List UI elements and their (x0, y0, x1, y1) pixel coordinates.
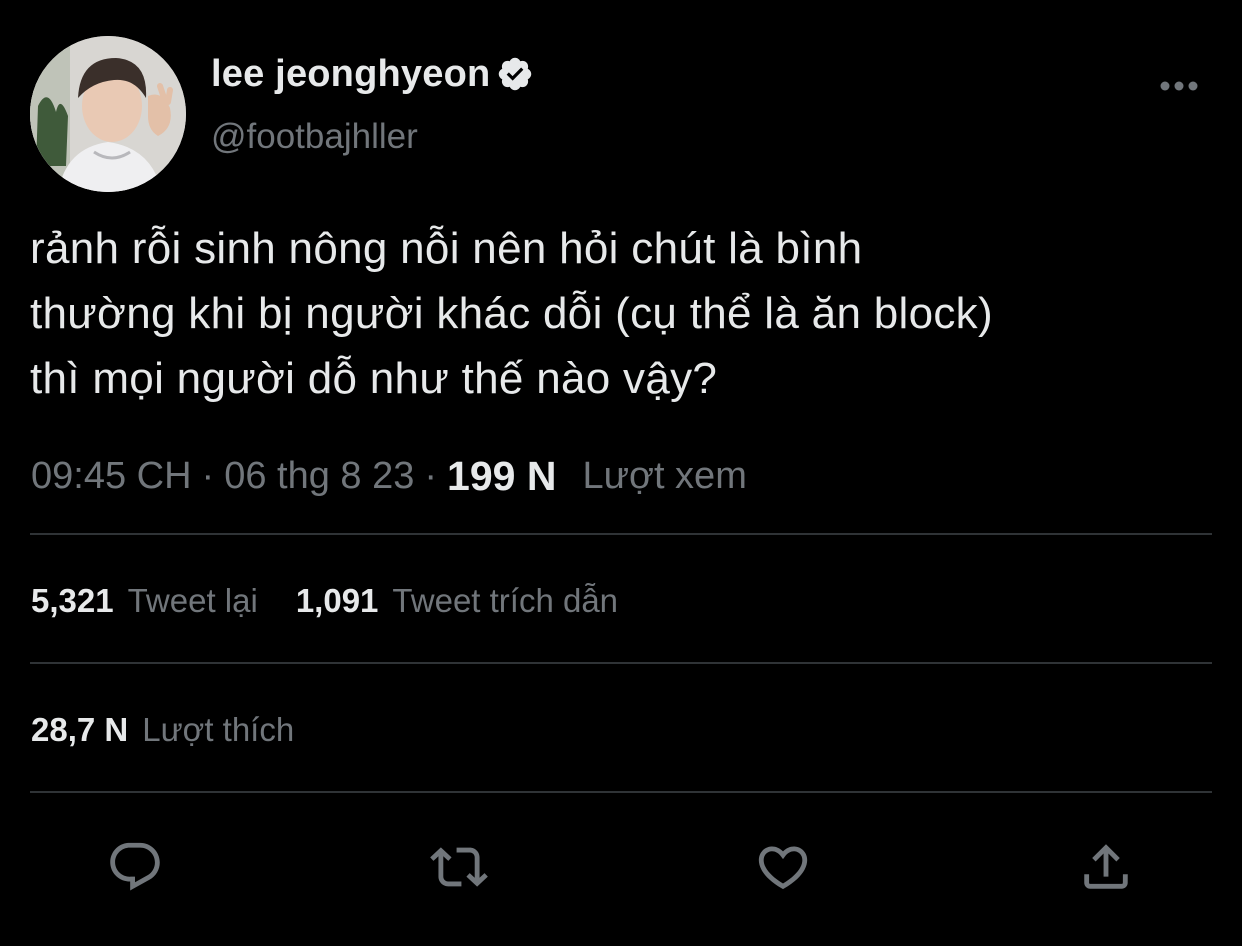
divider (30, 791, 1212, 793)
views-count: 199 N (447, 452, 557, 499)
reply-button[interactable] (100, 832, 170, 902)
retweet-quote-stats: 5,321 Tweet lại 1,091 Tweet trích dẫn (31, 571, 656, 631)
retweets-count: 5,321 (31, 582, 114, 619)
author-display-name[interactable]: lee jeonghyeon (211, 53, 490, 96)
quotes-stat[interactable]: 1,091 Tweet trích dẫn (296, 582, 618, 620)
retweets-stat[interactable]: 5,321 Tweet lại (31, 582, 258, 620)
verified-badge-icon (496, 55, 534, 93)
more-horizontal-icon (1160, 81, 1198, 91)
views-label: Lượt xem (582, 454, 747, 497)
meta-separator: · (424, 454, 438, 497)
author-name-row: lee jeonghyeon (211, 50, 534, 98)
tweet-detail: lee jeonghyeon @footbajhller rảnh rỗi si… (0, 0, 1242, 946)
divider (30, 533, 1212, 535)
divider (30, 662, 1212, 664)
tweet-date[interactable]: 06 thg 8 23 (224, 455, 414, 498)
quotes-label: Tweet trích dẫn (392, 582, 619, 619)
share-icon (1084, 844, 1128, 889)
quotes-count: 1,091 (295, 582, 379, 619)
more-options-button[interactable] (1156, 70, 1202, 102)
retweet-icon (430, 847, 488, 887)
tweet-time[interactable]: 09:45 CH (31, 455, 192, 498)
author-handle[interactable]: @footbajhller (211, 117, 418, 157)
heart-icon (758, 846, 808, 890)
tweet-meta: 09:45 CH · 06 thg 8 23 · 199 N Lượt xem (31, 446, 747, 506)
meta-separator: · (201, 454, 215, 497)
likes-label: Lượt thích (142, 711, 295, 748)
retweet-button[interactable] (424, 832, 494, 902)
share-button[interactable] (1071, 832, 1141, 902)
likes-count: 28,7 N (31, 711, 129, 748)
retweets-label: Tweet lại (127, 582, 258, 619)
like-button[interactable] (748, 832, 818, 902)
likes-stat[interactable]: 28,7 N Lượt thích (31, 711, 294, 749)
avatar-image (30, 36, 186, 192)
likes-stats: 28,7 N Lượt thích (31, 700, 332, 760)
tweet-text: rảnh rỗi sinh nông nỗi nên hỏi chút là b… (30, 224, 993, 403)
avatar[interactable] (30, 36, 186, 192)
tweet-actions (0, 832, 1242, 902)
reply-icon (110, 842, 160, 891)
